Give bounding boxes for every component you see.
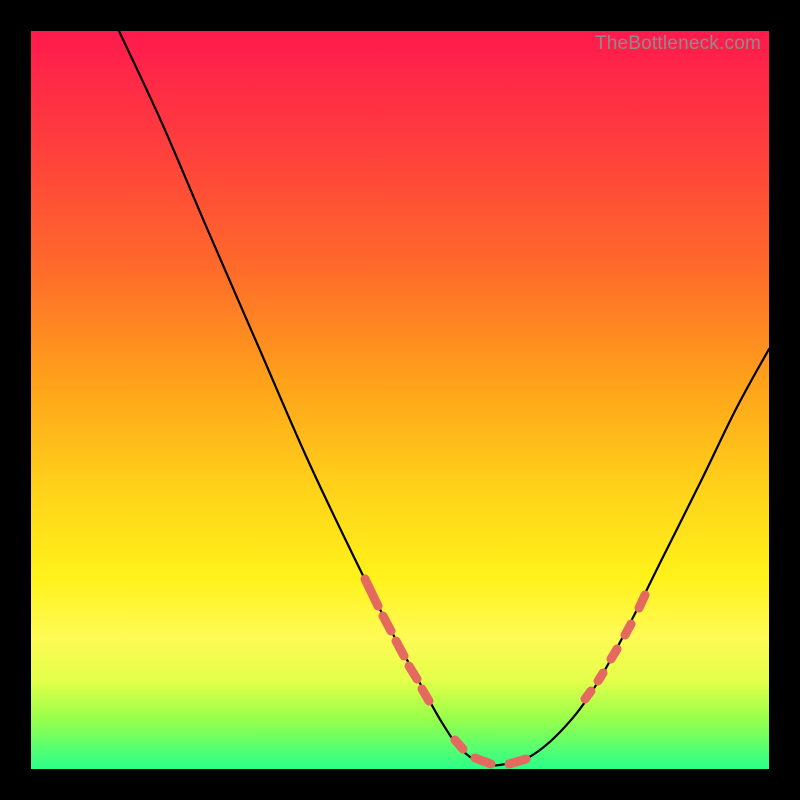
dash-segment bbox=[409, 666, 417, 679]
dash-group-left bbox=[365, 579, 429, 701]
dash-segment bbox=[475, 758, 491, 764]
dash-segment bbox=[639, 595, 645, 608]
dash-segment bbox=[598, 673, 603, 681]
chart-frame: TheBottleneck.com bbox=[18, 18, 782, 782]
dash-segment bbox=[455, 740, 463, 749]
dash-segment bbox=[396, 641, 404, 656]
dash-segment bbox=[625, 624, 631, 635]
dash-segment bbox=[422, 689, 429, 701]
dash-group-bottom bbox=[455, 740, 526, 764]
dash-group-right bbox=[585, 595, 645, 699]
dash-segment bbox=[585, 691, 591, 699]
dash-segment bbox=[383, 616, 391, 631]
dash-segment bbox=[365, 579, 378, 606]
curve-svg bbox=[31, 31, 769, 769]
bottleneck-curve bbox=[119, 31, 769, 766]
dash-segment bbox=[509, 759, 526, 764]
gradient-plot-area: TheBottleneck.com bbox=[31, 31, 769, 769]
dash-segment bbox=[611, 649, 617, 659]
